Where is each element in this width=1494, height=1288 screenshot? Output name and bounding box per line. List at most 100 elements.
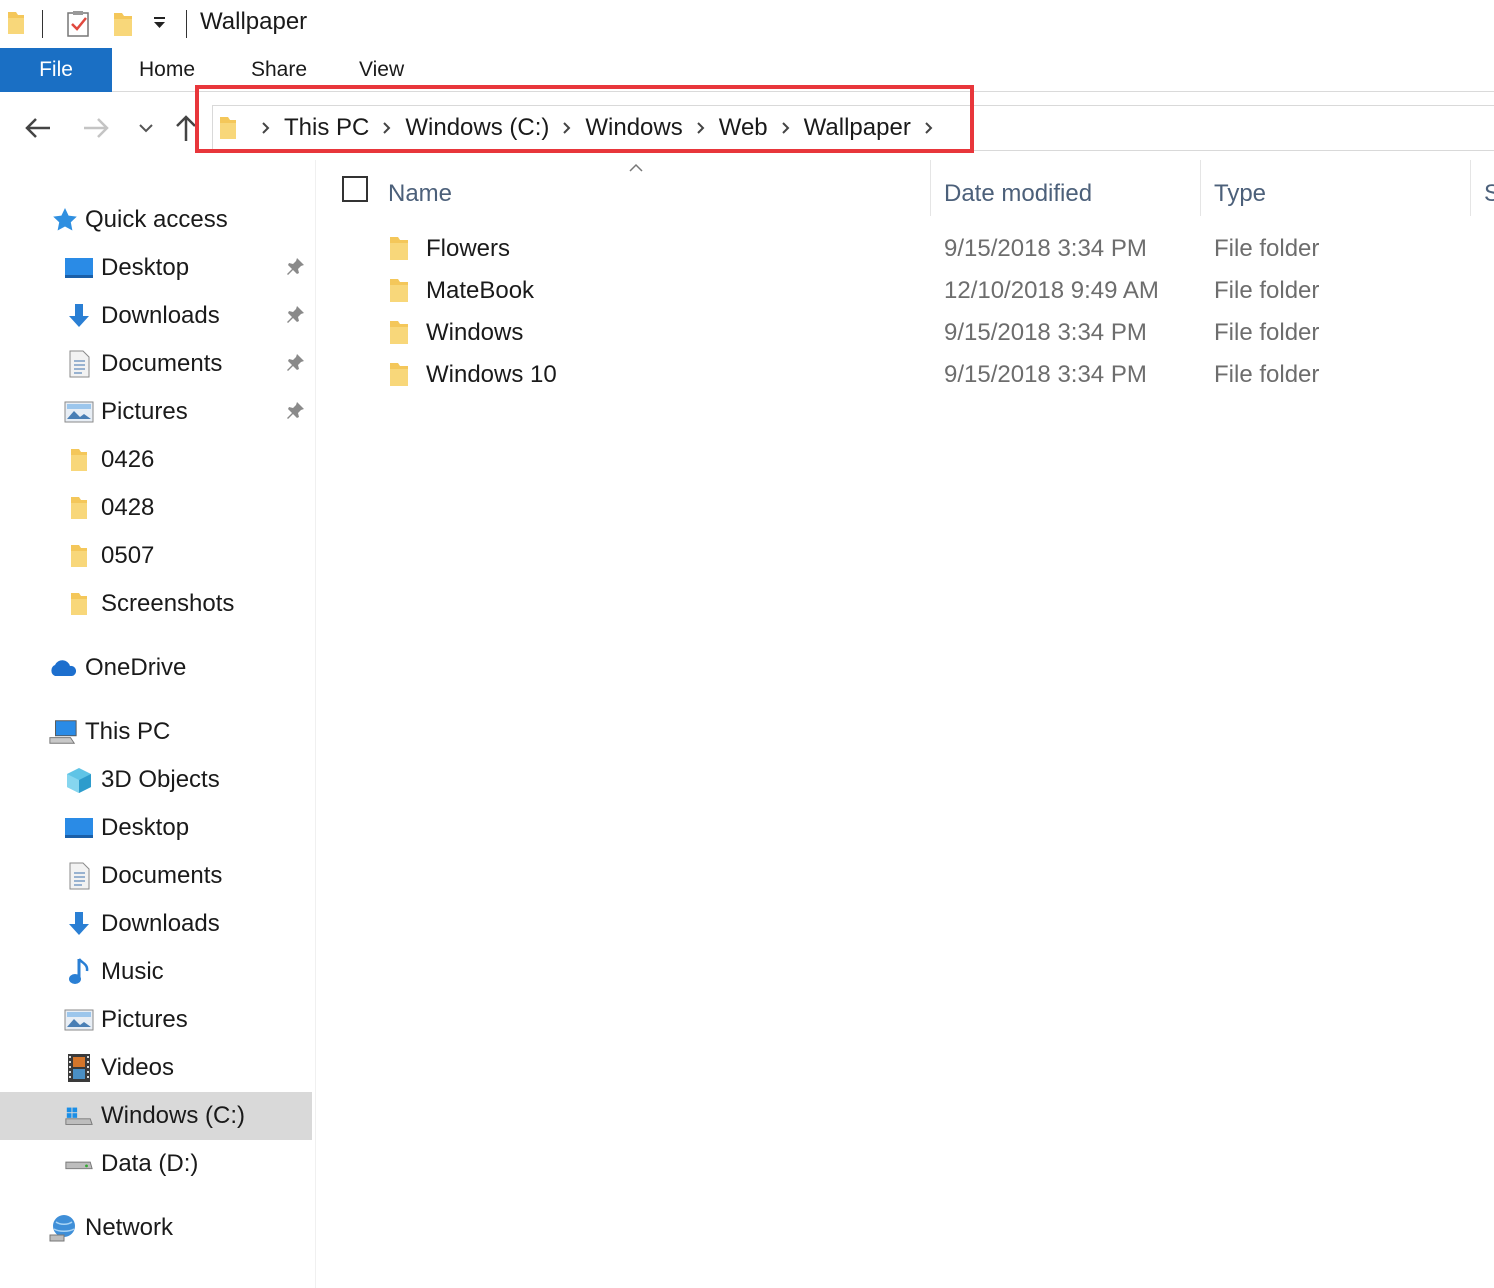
breadcrumb-wallpaper[interactable]: Wallpaper [804, 114, 911, 142]
window-title: Wallpaper [200, 8, 308, 35]
file-name: Windows [426, 319, 524, 346]
column-header-type[interactable]: Type [1214, 176, 1266, 212]
toolbar-separator [186, 10, 187, 38]
arrow-right-icon [84, 118, 109, 138]
table-row[interactable]: Windows 10 9/15/2018 3:34 PM File folder [330, 354, 1494, 396]
tab-view[interactable]: View [359, 48, 404, 92]
sidebar-item-onedrive[interactable]: OneDrive [0, 644, 312, 692]
table-row[interactable]: Flowers 9/15/2018 3:34 PM File folder [330, 228, 1494, 270]
breadcrumb: This PC Windows (C:) Windows Web Wallpap… [218, 110, 947, 146]
pin-icon [284, 256, 306, 283]
column-divider[interactable] [930, 160, 931, 216]
sidebar-item-label: Pictures [101, 1006, 188, 1033]
sidebar-item-label: Data (D:) [101, 1150, 199, 1177]
file-date: 9/15/2018 3:34 PM [944, 319, 1147, 346]
column-header-size[interactable]: S [1484, 176, 1494, 212]
sidebar-item-downloads[interactable]: Downloads [0, 900, 312, 948]
sidebar-item-pictures[interactable]: Pictures [0, 388, 312, 436]
sidebar-item-network[interactable]: Network [0, 1204, 312, 1252]
properties-icon[interactable] [66, 10, 92, 43]
file-type: File folder [1214, 235, 1320, 262]
new-folder-icon[interactable] [112, 10, 134, 43]
file-list: Name Date modified Type S Flowers 9/15/2… [330, 160, 1494, 1288]
sidebar-item-label: 0426 [101, 446, 155, 473]
toolbar-separator [42, 10, 43, 38]
sidebar-item-label: 0428 [101, 494, 155, 521]
chevron-right-icon[interactable] [776, 110, 796, 146]
downloads-icon [64, 909, 94, 939]
chevron-down-icon [139, 124, 153, 133]
breadcrumb-windows[interactable]: Windows [585, 114, 682, 142]
chevron-right-icon[interactable] [256, 110, 276, 146]
sidebar-item-videos[interactable]: Videos [0, 1044, 312, 1092]
pin-icon [284, 352, 306, 379]
customize-toolbar-icon[interactable] [152, 16, 168, 35]
table-row[interactable]: Windows 9/15/2018 3:34 PM File folder [330, 312, 1494, 354]
breadcrumb-web[interactable]: Web [719, 114, 768, 142]
sidebar-item-desktop[interactable]: Desktop [0, 244, 312, 292]
sidebar-item-pictures[interactable]: Pictures [0, 996, 312, 1044]
3d-objects-icon [64, 765, 94, 795]
sidebar-item-3d-objects[interactable]: 3D Objects [0, 756, 312, 804]
table-row[interactable]: MateBook 12/10/2018 9:49 AM File folder [330, 270, 1494, 312]
navigation-pane: Quick access Desktop Downloads Documents… [0, 160, 316, 1288]
folder-icon [388, 234, 410, 267]
file-date: 12/10/2018 9:49 AM [944, 277, 1159, 304]
sidebar-item-music[interactable]: Music [0, 948, 312, 996]
sidebar-item-label: OneDrive [85, 654, 187, 681]
arrow-up-icon [176, 115, 196, 141]
videos-icon [64, 1053, 94, 1083]
tab-home[interactable]: Home [139, 48, 195, 92]
file-name: Windows 10 [426, 361, 557, 388]
sidebar-item-desktop[interactable]: Desktop [0, 804, 312, 852]
windows-drive-icon [64, 1101, 94, 1131]
folder-icon [388, 276, 410, 309]
sidebar-item-label: Windows (C:) [101, 1102, 246, 1129]
breadcrumb-this-pc[interactable]: This PC [284, 114, 369, 142]
column-divider[interactable] [1200, 160, 1201, 216]
sidebar-item-label: Network [85, 1214, 174, 1241]
tab-file[interactable]: File [0, 48, 112, 92]
chevron-right-icon[interactable] [919, 110, 939, 146]
sidebar-item-0426[interactable]: 0426 [0, 436, 312, 484]
cloud-icon [48, 653, 78, 683]
sidebar-item-label: Quick access [85, 206, 228, 233]
sidebar-item-label: Downloads [101, 302, 220, 329]
sidebar-item-0507[interactable]: 0507 [0, 532, 312, 580]
column-header-date-modified[interactable]: Date modified [944, 176, 1092, 212]
file-date: 9/15/2018 3:34 PM [944, 235, 1147, 262]
sidebar-item-windows-c[interactable]: Windows (C:) [0, 1092, 312, 1140]
column-divider[interactable] [1470, 160, 1471, 216]
sidebar-item-documents[interactable]: Documents [0, 340, 312, 388]
file-name: Flowers [426, 235, 511, 262]
chevron-right-icon[interactable] [691, 110, 711, 146]
sidebar-item-screenshots[interactable]: Screenshots [0, 580, 312, 628]
sidebar-item-label: Desktop [101, 254, 190, 281]
forward-button[interactable] [80, 112, 112, 144]
back-button[interactable] [22, 112, 54, 144]
chevron-right-icon[interactable] [557, 110, 577, 146]
sidebar-item-0428[interactable]: 0428 [0, 484, 312, 532]
folder-icon [64, 445, 94, 475]
title-bar: Wallpaper [0, 0, 1494, 48]
folder-icon [64, 541, 94, 571]
network-icon [48, 1213, 78, 1243]
tab-share[interactable]: Share [251, 48, 307, 92]
folder-icon [388, 318, 410, 351]
column-header-name[interactable]: Name [388, 176, 452, 212]
sidebar-item-downloads[interactable]: Downloads [0, 292, 312, 340]
recent-locations-button[interactable] [130, 112, 162, 144]
documents-icon [64, 349, 94, 379]
sidebar-item-label: Music [101, 958, 164, 985]
select-all-checkbox[interactable] [342, 176, 368, 202]
sidebar-item-data-d[interactable]: Data (D:) [0, 1140, 312, 1188]
sidebar-item-this-pc[interactable]: This PC [0, 708, 312, 756]
breadcrumb-windows-c[interactable]: Windows (C:) [405, 114, 549, 142]
desktop-icon [64, 253, 94, 283]
sidebar-item-label: Videos [101, 1054, 174, 1081]
up-button[interactable] [170, 112, 202, 144]
sidebar-item-documents[interactable]: Documents [0, 852, 312, 900]
chevron-right-icon[interactable] [377, 110, 397, 146]
sidebar-item-label: Pictures [101, 398, 188, 425]
sidebar-item-quick-access[interactable]: Quick access [0, 196, 312, 244]
